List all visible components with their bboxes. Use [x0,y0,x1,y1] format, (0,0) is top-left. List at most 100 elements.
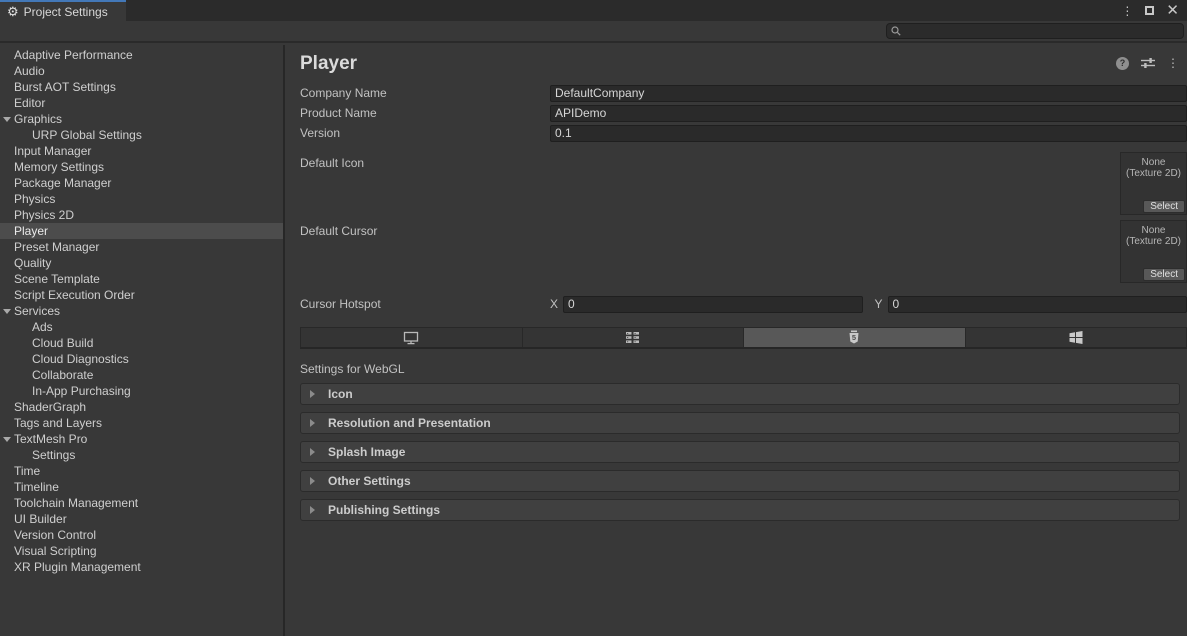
version-input[interactable] [550,125,1187,142]
field-row-company-name: Company Name [300,83,1187,103]
field-label: Default Cursor [300,224,377,238]
sidebar-item-textmesh-pro[interactable]: TextMesh Pro [0,431,283,447]
desktop-icon [403,331,419,345]
settings-category-list: Adaptive Performance AudioBurst AOT Setti… [0,45,285,636]
product-name-input[interactable] [550,105,1187,122]
gear-icon: ⚙ [7,5,19,18]
section-header-other-settings[interactable]: Other Settings [300,470,1180,492]
sidebar-item-version-control[interactable]: Version Control [0,527,283,543]
select-button[interactable]: Select [1143,268,1185,281]
identity-fields: Company NameProduct Name Version [300,83,1187,143]
tab-title: Project Settings [24,5,108,19]
sidebar-item-label: UI Builder [14,512,67,526]
sidebar-item-package-manager[interactable]: Package Manager [0,175,283,191]
sidebar-item-cloud-diagnostics[interactable]: Cloud Diagnostics [0,351,283,367]
object-type: (Texture 2D) [1121,236,1186,247]
sidebar-item-label: Services [14,304,60,318]
sidebar-item-player[interactable]: Player [0,223,283,239]
panel-menu-icon[interactable]: ⋮ [1167,56,1179,70]
field-row-product-name: Product Name [300,103,1187,123]
section-title: Publishing Settings [328,503,440,517]
help-icon[interactable]: ? [1116,57,1129,70]
foldout-expanded-icon[interactable] [3,117,11,122]
close-icon[interactable]: ✕ [1166,3,1179,18]
object-value: None [1121,225,1186,236]
platform-tab-windows-store[interactable] [966,328,1187,347]
field-label: Default Icon [300,156,364,170]
sidebar-item-in-app-purchasing[interactable]: In-App Purchasing [0,383,283,399]
sidebar-item-label: Adaptive Performance [14,48,133,62]
sidebar-item-burst-aot-settings[interactable]: Burst AOT Settings [0,79,283,95]
sidebar-item-ads[interactable]: Ads [0,319,283,335]
section-header-resolution-and-presentation[interactable]: Resolution and Presentation [300,412,1180,434]
sidebar-item-graphics[interactable]: Graphics [0,111,283,127]
sidebar-item-label: Quality [14,256,51,270]
sidebar-item-input-manager[interactable]: Input Manager [0,143,283,159]
sidebar-item-label: Audio [14,64,45,78]
search-box[interactable] [886,23,1184,39]
object-field-default-cursor: Default Cursor None(Texture 2D) Select [300,220,1187,288]
sidebar-item-timeline[interactable]: Timeline [0,479,283,495]
hotspot-y-label: Y [875,297,883,311]
sidebar-item-label: Version Control [14,528,96,542]
sidebar-item-label: TextMesh Pro [14,432,87,446]
sidebar-item-xr-plugin-management[interactable]: XR Plugin Management [0,559,283,575]
sidebar-item-time[interactable]: Time [0,463,283,479]
company-name-input[interactable] [550,85,1187,102]
sidebar-item-editor[interactable]: Editor [0,95,283,111]
sidebar-item-settings[interactable]: Settings [0,447,283,463]
sidebar-item-label: Timeline [14,480,59,494]
section-header-splash-image[interactable]: Splash Image [300,441,1180,463]
sidebar-item-physics-2d[interactable]: Physics 2D [0,207,283,223]
platform-tab-webgl[interactable]: 5 [744,328,966,347]
default-cursor-object-picker[interactable]: None(Texture 2D) Select [1120,220,1187,283]
search-input[interactable] [904,25,1179,37]
sidebar-item-memory-settings[interactable]: Memory Settings [0,159,283,175]
sidebar-item-tags-and-layers[interactable]: Tags and Layers [0,415,283,431]
section-title: Other Settings [328,474,411,488]
sidebar-item-ui-builder[interactable]: UI Builder [0,511,283,527]
sidebar-item-urp-global-settings[interactable]: URP Global Settings [0,127,283,143]
sidebar-item-label: In-App Purchasing [32,384,131,398]
hotspot-y-input[interactable] [888,296,1187,313]
foldout-expanded-icon[interactable] [3,309,11,314]
foldout-collapsed-icon [310,390,315,398]
window-menu-icon[interactable]: ⋮ [1121,4,1133,18]
section-title: Icon [328,387,353,401]
tab-project-settings[interactable]: ⚙ Project Settings [0,0,126,21]
presets-icon[interactable] [1141,57,1155,69]
maximize-icon[interactable] [1145,6,1154,15]
foldout-expanded-icon[interactable] [3,437,11,442]
sidebar-item-shadergraph[interactable]: ShaderGraph [0,399,283,415]
sidebar-item-label: Preset Manager [14,240,99,254]
section-header-publishing-settings[interactable]: Publishing Settings [300,499,1180,521]
sidebar-item-physics[interactable]: Physics [0,191,283,207]
sidebar-item-label: Memory Settings [14,160,104,174]
hotspot-x-label: X [550,297,558,311]
sidebar-item-services[interactable]: Services [0,303,283,319]
sidebar-item-label: Physics 2D [14,208,74,222]
sidebar-item-label: Physics [14,192,55,206]
sidebar-item-audio[interactable]: Audio [0,63,283,79]
sidebar-item-visual-scripting[interactable]: Visual Scripting [0,543,283,559]
section-title: Splash Image [328,445,405,459]
default-icon-object-picker[interactable]: None(Texture 2D)Select [1120,152,1187,215]
hotspot-x-input[interactable] [563,296,862,313]
foldout-collapsed-icon [310,419,315,427]
field-row-version: Version [300,123,1187,143]
platform-tab-desktop[interactable] [301,328,523,347]
sidebar-item-script-execution-order[interactable]: Script Execution Order [0,287,283,303]
sidebar-item-scene-template[interactable]: Scene Template [0,271,283,287]
sidebar-item-label: ShaderGraph [14,400,86,414]
sidebar-item-toolchain-management[interactable]: Toolchain Management [0,495,283,511]
section-header-icon[interactable]: Icon [300,383,1180,405]
field-label: Version [300,126,550,140]
sidebar-item-collaborate[interactable]: Collaborate [0,367,283,383]
sidebar-item-label: Ads [32,320,53,334]
select-button[interactable]: Select [1143,200,1185,213]
sidebar-item-cloud-build[interactable]: Cloud Build [0,335,283,351]
sidebar-item-preset-manager[interactable]: Preset Manager [0,239,283,255]
sidebar-item-quality[interactable]: Quality [0,255,283,271]
platform-tab-dedicated-server[interactable] [523,328,745,347]
sidebar-item-adaptive-performance[interactable]: Adaptive Performance [0,47,283,63]
